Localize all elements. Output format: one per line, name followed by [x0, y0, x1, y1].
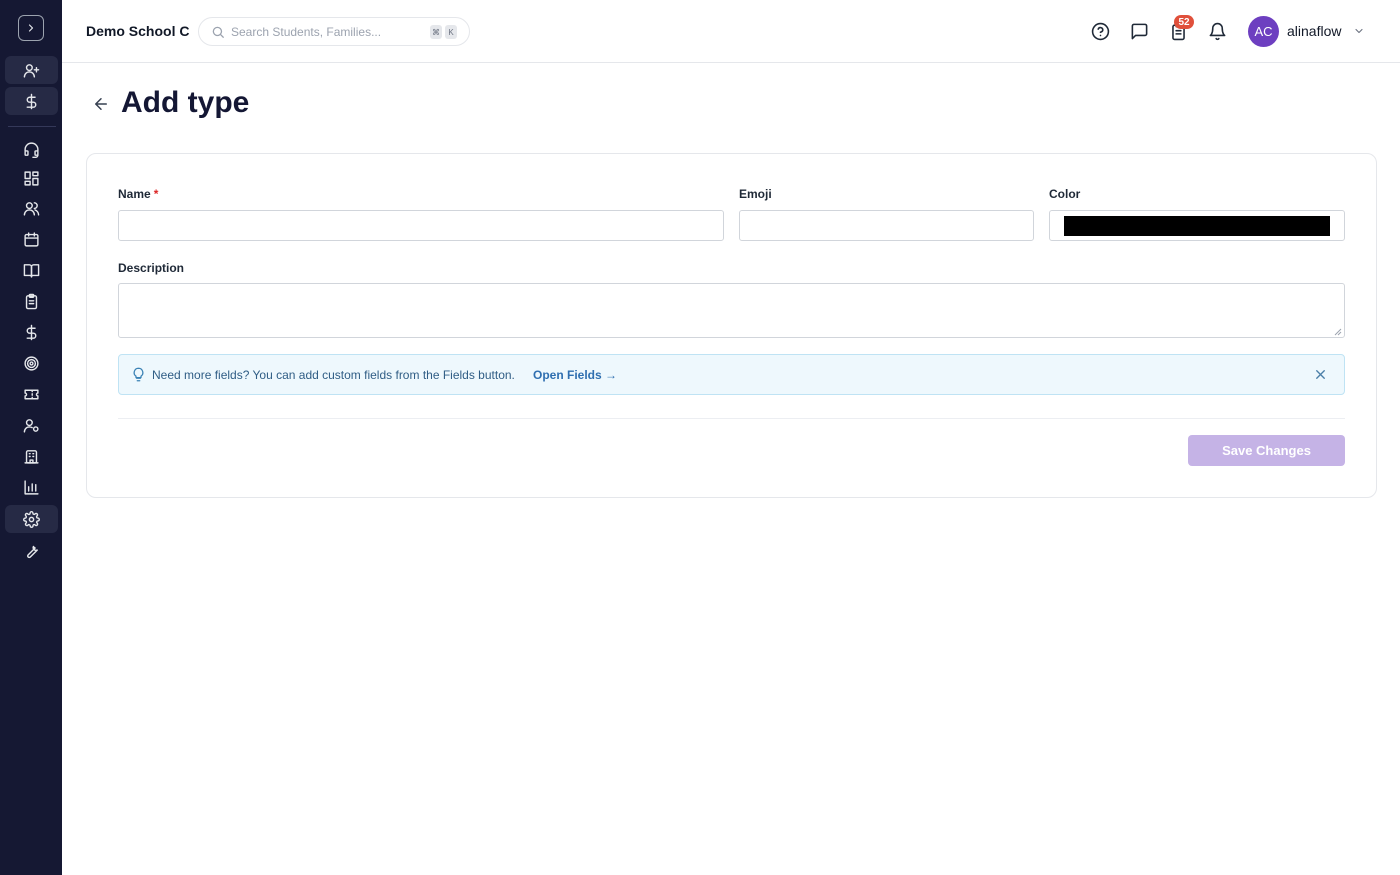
resize-handle-icon[interactable] — [1332, 326, 1342, 336]
messages-button[interactable] — [1128, 20, 1150, 42]
name-label-text: Name — [118, 187, 151, 201]
top-bar: Demo School C ⌘ K 52 AC alinaflow — [62, 0, 1400, 63]
sidebar-item-tickets[interactable] — [5, 380, 58, 408]
add-user-icon — [23, 63, 40, 78]
close-icon[interactable] — [1313, 367, 1328, 382]
sidebar-item-dashboard[interactable] — [5, 164, 58, 192]
users-icon — [23, 201, 40, 216]
shortcut-key-cmd: ⌘ — [430, 25, 442, 39]
sidebar-item-add-user[interactable] — [5, 56, 58, 84]
sidebar-item-billing[interactable] — [5, 87, 58, 115]
search-icon — [212, 26, 224, 38]
shortcut-key-k: K — [445, 25, 457, 39]
gear-icon — [23, 510, 40, 528]
name-label: Name * — [118, 187, 158, 201]
sidebar-item-people[interactable] — [5, 194, 58, 222]
wrench-icon — [27, 545, 38, 558]
user-settings-icon — [23, 418, 39, 433]
user-name[interactable]: alinaflow — [1287, 23, 1341, 39]
sidebar-item-finance[interactable] — [5, 318, 58, 346]
hint-text: Need more fields? You can add custom fie… — [152, 368, 515, 382]
bar-chart-icon — [24, 479, 39, 495]
ticket-icon — [24, 389, 39, 399]
sidebar-item-reports[interactable] — [5, 473, 58, 501]
color-picker[interactable] — [1049, 210, 1345, 241]
help-button[interactable] — [1089, 20, 1111, 42]
emoji-input[interactable] — [739, 210, 1034, 241]
color-swatch[interactable] — [1064, 216, 1330, 236]
sidebar-expand-button[interactable] — [18, 15, 44, 41]
global-search[interactable]: ⌘ K — [198, 17, 470, 46]
dollar-icon — [26, 93, 37, 109]
building-icon — [24, 449, 39, 464]
school-name[interactable]: Demo School C — [86, 23, 189, 39]
message-square-icon — [1131, 23, 1147, 39]
bell-icon — [1209, 22, 1225, 40]
chevron-down-icon[interactable] — [1353, 25, 1365, 37]
name-input[interactable] — [118, 210, 724, 241]
sidebar-item-tasks[interactable] — [5, 287, 58, 315]
custom-fields-hint: Need more fields? You can add custom fie… — [118, 354, 1345, 395]
help-circle-icon — [1091, 22, 1109, 40]
sidebar-item-settings[interactable] — [5, 505, 58, 533]
sidebar-item-support[interactable] — [5, 135, 58, 163]
dashboard-icon — [24, 170, 39, 186]
sidebar-item-calendar[interactable] — [5, 225, 58, 253]
book-icon — [23, 263, 40, 278]
lightbulb-icon — [133, 367, 144, 382]
sidebar-item-buildings[interactable] — [5, 442, 58, 470]
save-changes-button[interactable]: Save Changes — [1188, 435, 1345, 466]
sidebar-item-goals[interactable] — [5, 349, 58, 377]
headset-icon — [24, 141, 39, 158]
color-label: Color — [1049, 187, 1081, 201]
sidebar-item-tools[interactable] — [5, 536, 58, 564]
back-arrow-icon[interactable] — [92, 95, 110, 113]
notification-count-badge: 52 — [1174, 15, 1194, 29]
clipboard-icon — [25, 293, 38, 309]
target-icon — [24, 355, 39, 371]
description-textarea[interactable] — [118, 283, 1345, 338]
user-avatar[interactable]: AC — [1248, 16, 1279, 47]
dollar-icon — [26, 324, 37, 340]
sidebar-divider — [8, 126, 56, 127]
form-divider — [118, 418, 1345, 419]
notifications-button[interactable] — [1206, 20, 1228, 42]
sidebar-item-courses[interactable] — [5, 256, 58, 284]
open-fields-link[interactable]: Open Fields → — [533, 368, 617, 382]
page-title: Add type — [121, 86, 250, 119]
chevron-right-icon — [28, 24, 34, 32]
description-label: Description — [118, 261, 185, 275]
sidebar — [0, 0, 62, 875]
sidebar-item-user-settings[interactable] — [5, 411, 58, 439]
emoji-label: Emoji — [739, 187, 772, 201]
search-input[interactable] — [231, 23, 421, 41]
calendar-icon — [24, 231, 39, 247]
required-asterisk: * — [153, 187, 159, 201]
add-type-form: Name * Emoji Color Description Need more … — [86, 153, 1377, 498]
